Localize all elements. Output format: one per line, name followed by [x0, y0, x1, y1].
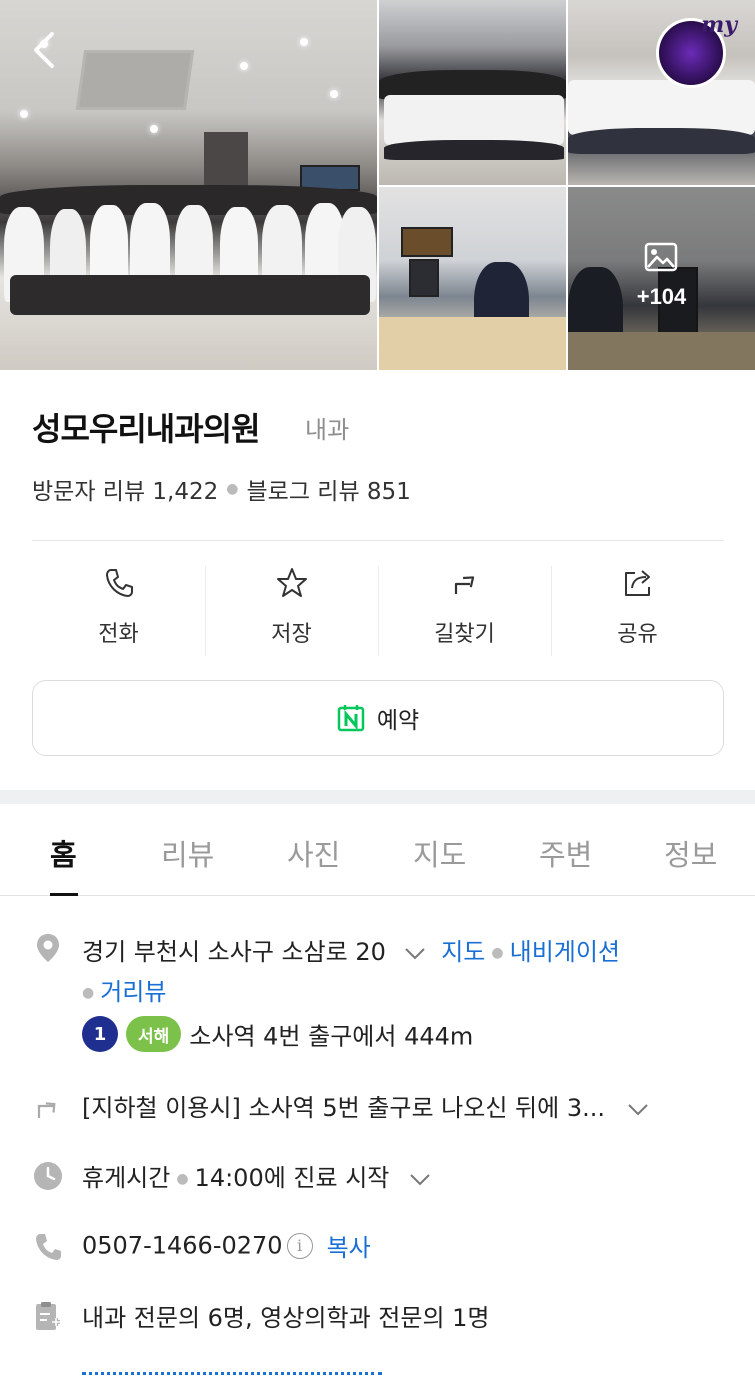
tab-bar: 홈 리뷰 사진 지도 주변 정보	[0, 804, 755, 896]
phone-icon	[105, 569, 133, 597]
turn-arrow-icon	[37, 1102, 56, 1118]
more-photos-count[interactable]: +104	[568, 284, 755, 310]
location-pin-icon	[37, 934, 59, 962]
reserve-button[interactable]: 예약	[32, 680, 724, 756]
map-link[interactable]: 지도	[441, 938, 485, 966]
info-icon[interactable]: i	[286, 1232, 313, 1259]
place-category: 내과	[305, 416, 350, 444]
phone-number[interactable]: 0507-1466-0270	[82, 1232, 283, 1260]
place-name: 성모우리내과의원	[32, 410, 261, 448]
phone-row: 0507-1466-0270 i 복사	[32, 1228, 732, 1268]
image-gallery-icon	[644, 242, 678, 272]
hours-detail: 14:00에 진료 시작	[194, 1164, 390, 1192]
clock-icon	[34, 1162, 62, 1190]
navigation-link[interactable]: 내비게이션	[510, 938, 620, 966]
website-row-partial[interactable]	[32, 1368, 732, 1380]
save-label: 저장	[271, 622, 312, 647]
directions-label: 길찾기	[434, 622, 495, 647]
chevron-down-icon[interactable]	[402, 943, 428, 963]
subway-line-1-badge: 1	[82, 1016, 118, 1052]
address-row: 경기 부천시 소사구 소삼로 20 지도 ● 내비게이션 ● 거리뷰 1 서해 소사역 4…	[32, 928, 732, 1052]
tab-photos[interactable]: 사진	[287, 832, 340, 874]
review-summary: 방문자 리뷰 1,422 ● 블로그 리뷰 851	[32, 472, 411, 506]
doctors-text: 내과 전문의 6명, 영상의학과 전문의 1명	[82, 1304, 490, 1332]
call-button[interactable]: 전화	[32, 562, 205, 662]
street-view-link[interactable]: 거리뷰	[100, 978, 166, 1006]
hours-row[interactable]: 휴게시간 ● 14:00에 진료 시작	[32, 1158, 732, 1198]
share-label: 공유	[617, 622, 658, 647]
naver-booking-icon	[337, 705, 365, 732]
gallery-photo-4[interactable]	[379, 187, 566, 370]
directions-icon	[454, 576, 474, 594]
copy-phone-button[interactable]: 복사	[327, 1234, 371, 1262]
profile-badge-text: my	[700, 12, 737, 38]
action-bar: 전화 저장 길찾기 공유	[32, 562, 724, 662]
clipboard-icon	[36, 1302, 60, 1330]
star-icon	[276, 568, 307, 597]
share-icon	[624, 570, 650, 596]
divider	[32, 540, 724, 541]
blog-reviews-link[interactable]: 블로그 리뷰 851	[247, 472, 411, 506]
gallery-photo-3[interactable]: my	[568, 0, 755, 185]
section-divider	[0, 790, 755, 804]
tab-home[interactable]: 홈	[50, 832, 77, 874]
tab-info[interactable]: 정보	[664, 832, 717, 874]
save-button[interactable]: 저장	[205, 562, 378, 662]
active-tab-indicator	[50, 893, 78, 896]
hours-status: 휴게시간	[82, 1164, 171, 1192]
phone-icon	[36, 1234, 61, 1260]
directions-text: [지하철 이용시] 소사역 5번 출구로 나오신 뒤에 3...	[82, 1094, 605, 1122]
subway-line-seohae-badge: 서해	[126, 1016, 182, 1052]
directions-row[interactable]: [지하철 이용시] 소사역 5번 출구로 나오신 뒤에 3...	[32, 1088, 732, 1128]
gallery-photo-2[interactable]	[379, 0, 566, 185]
doctors-row: 내과 전문의 6명, 영상의학과 전문의 1명	[32, 1298, 732, 1338]
gallery-photo-main[interactable]	[0, 0, 377, 370]
share-button[interactable]: 공유	[551, 562, 724, 662]
visitor-reviews-link[interactable]: 방문자 리뷰 1,422	[32, 472, 218, 506]
reserve-label: 예약	[376, 708, 420, 734]
directions-button[interactable]: 길찾기	[378, 562, 551, 662]
tab-reviews[interactable]: 리뷰	[161, 832, 214, 874]
address-text: 경기 부천시 소사구 소삼로 20	[82, 938, 386, 966]
photo-gallery[interactable]: my +104	[0, 0, 755, 370]
chevron-down-icon[interactable]	[625, 1099, 651, 1119]
chevron-down-icon[interactable]	[407, 1169, 433, 1189]
gallery-photo-5[interactable]: +104	[568, 187, 755, 370]
tab-nearby[interactable]: 주변	[539, 832, 592, 874]
call-label: 전화	[98, 622, 139, 647]
tab-map[interactable]: 지도	[413, 832, 466, 874]
back-arrow-icon[interactable]	[26, 28, 62, 72]
station-distance: 소사역 4번 출구에서 444m	[189, 1022, 474, 1051]
